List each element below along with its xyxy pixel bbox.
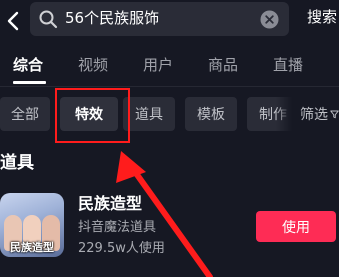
back-arrow-icon[interactable] (3, 10, 25, 32)
section-title: 道具 (0, 153, 34, 173)
search-input[interactable]: 56个民族服饰 (65, 8, 159, 28)
use-button[interactable]: 使用 (256, 211, 336, 242)
search-icon (39, 10, 58, 29)
chip-props[interactable]: 道具 (123, 97, 175, 131)
search-box[interactable]: 56个民族服饰 (30, 2, 289, 36)
prop-subtitle: 抖音魔法道具 (78, 220, 157, 235)
tab-live[interactable]: 直播 (273, 55, 303, 75)
tab-products[interactable]: 商品 (208, 55, 238, 75)
clear-icon[interactable] (260, 10, 279, 29)
annotation-highlight-box (55, 88, 130, 143)
thumbnail-caption: 民族造型 (10, 241, 54, 254)
chip-templates[interactable]: 模板 (185, 97, 237, 131)
prop-thumbnail[interactable]: 民族造型 (0, 193, 64, 257)
tab-users[interactable]: 用户 (143, 55, 173, 75)
tab-videos[interactable]: 视频 (78, 55, 108, 75)
active-tab-indicator (13, 81, 46, 84)
chip-fade (276, 97, 292, 131)
prop-title[interactable]: 民族造型 (78, 194, 142, 214)
prop-usage-count: 229.5w人使用 (78, 241, 165, 256)
search-tabs: 综合 视频 用户 商品 直播 (0, 50, 339, 84)
chip-all[interactable]: 全部 (0, 97, 50, 131)
tab-comprehensive[interactable]: 综合 (13, 55, 43, 75)
filter-label: 筛选 (300, 107, 328, 123)
filter-icon (330, 110, 339, 119)
filter-button[interactable]: 筛选 (292, 97, 339, 131)
search-button[interactable]: 搜索 (307, 7, 337, 27)
tabs-divider (0, 86, 339, 87)
